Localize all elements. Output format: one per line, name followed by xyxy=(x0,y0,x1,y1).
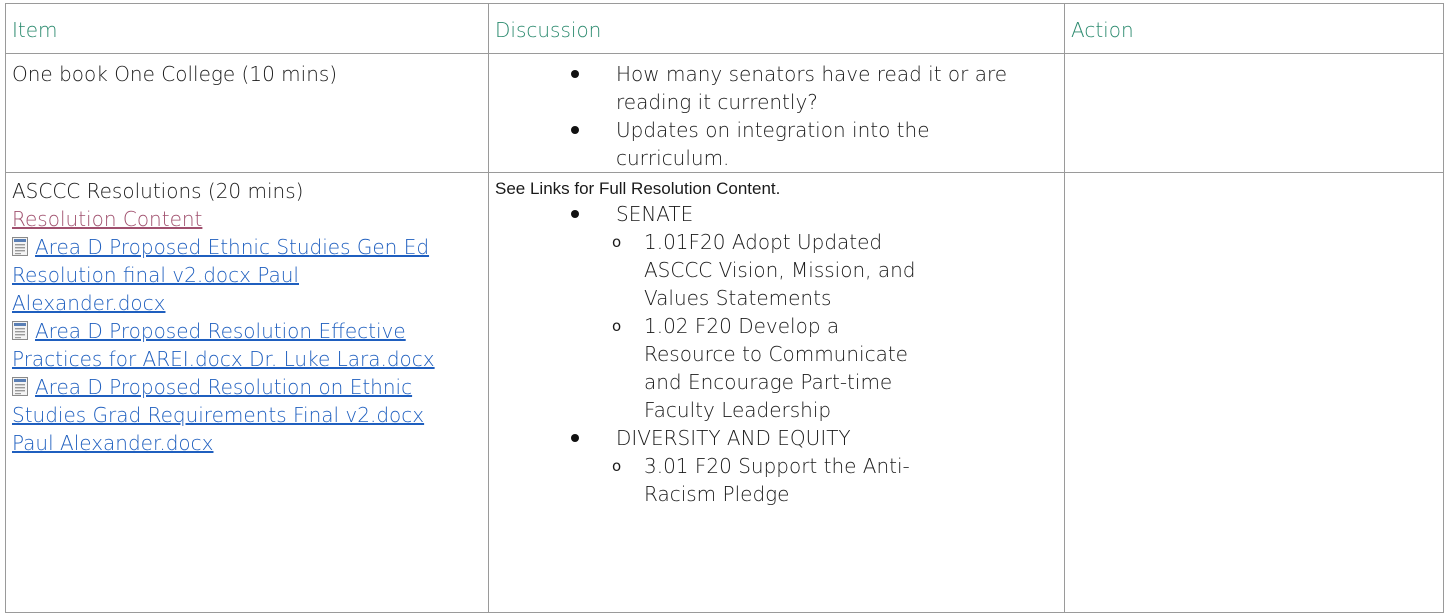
group-name: DIVERSITY AND EQUITY xyxy=(616,426,851,450)
bullet-o-icon: o xyxy=(612,233,622,251)
header-row: Item Discussion Action xyxy=(5,3,1444,54)
list-item: SENATE o 1.01F20 Adopt Updated ASCCC Visi… xyxy=(489,200,924,424)
discussion-cell: How many senators have read it or are re… xyxy=(488,53,1065,173)
bullet-icon xyxy=(571,70,579,78)
list-item: o 3.01 F20 Support the Anti-Racism Pledge xyxy=(612,454,910,506)
resolution-groups: SENATE o 1.01F20 Adopt Updated ASCCC Visi… xyxy=(489,200,924,508)
header-discussion: Discussion xyxy=(488,3,1065,54)
list-item: DIVERSITY AND EQUITY o 3.01 F20 Support t… xyxy=(489,424,924,508)
word-document-icon xyxy=(12,321,28,340)
word-document-icon xyxy=(12,237,28,256)
discussion-list: How many senators have read it or are re… xyxy=(489,60,1024,172)
document-link[interactable]: Area D Proposed Resolution on Ethnic Stu… xyxy=(12,373,458,457)
item-cell: One book One College (10 mins) xyxy=(5,53,489,173)
bullet-o-icon: o xyxy=(612,457,622,475)
header-action: Action xyxy=(1064,3,1444,54)
action-cell xyxy=(1064,53,1444,173)
document-link[interactable]: Area D Proposed Resolution Effective Pra… xyxy=(12,317,458,373)
table-row: ASCCC Resolutions (20 mins) Resolution C… xyxy=(5,172,1444,613)
word-document-icon xyxy=(12,377,28,396)
resolution-note: See Links for Full Resolution Content. xyxy=(495,179,781,198)
discussion-cell: See Links for Full Resolution Content. S… xyxy=(488,172,1065,613)
bullet-o-icon: o xyxy=(612,317,622,335)
item-title: ASCCC Resolutions (20 mins) xyxy=(12,179,304,203)
resolution-list: o 1.01F20 Adopt Updated ASCCC Vision, Mis… xyxy=(612,228,924,424)
item-cell: ASCCC Resolutions (20 mins) Resolution C… xyxy=(5,172,489,613)
action-cell xyxy=(1064,172,1444,613)
bullet-icon xyxy=(571,210,579,218)
resolution-content-link[interactable]: Resolution Content xyxy=(12,205,458,233)
bullet-icon xyxy=(571,434,579,442)
group-name: SENATE xyxy=(616,202,694,226)
list-item: How many senators have read it or are re… xyxy=(489,60,1024,116)
bullet-icon xyxy=(571,126,579,134)
agenda-table: Item Discussion Action One book One Coll… xyxy=(5,3,1444,613)
list-item: o 1.02 F20 Develop a Resource to Communic… xyxy=(612,314,908,422)
header-item: Item xyxy=(5,3,489,54)
list-item: o 1.01F20 Adopt Updated ASCCC Vision, Mis… xyxy=(612,230,916,310)
item-title: One book One College (10 mins) xyxy=(12,62,338,86)
table-row: One book One College (10 mins) How many … xyxy=(5,53,1444,173)
list-item: Updates on integration into the curricul… xyxy=(489,116,1024,172)
resolution-list: o 3.01 F20 Support the Anti-Racism Pledge xyxy=(612,452,924,508)
document-link[interactable]: Area D Proposed Ethnic Studies Gen Ed Re… xyxy=(12,233,458,317)
